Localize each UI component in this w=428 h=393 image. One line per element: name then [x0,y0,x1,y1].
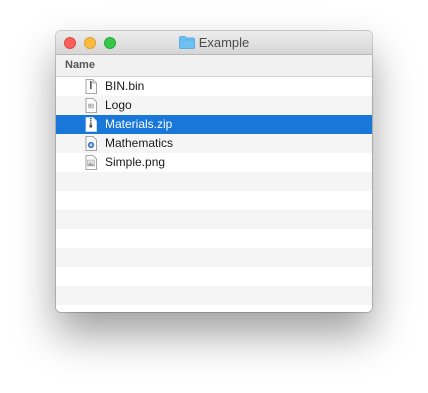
window-title: Example [56,35,372,53]
empty-row [56,229,372,248]
empty-row [56,248,372,267]
window-title-text: Example [198,35,250,50]
column-header-name[interactable]: Name [56,55,372,77]
file-list: BIN.bin Logo Materials.zip Mathematics S… [56,77,372,312]
empty-row [56,210,372,229]
list-item[interactable]: BIN.bin [56,77,372,96]
file-name: Logo [105,98,132,112]
title-bar[interactable]: Example [56,31,372,55]
list-item[interactable]: Materials.zip [56,115,372,134]
empty-row [56,172,372,191]
file-name: Materials.zip [105,117,173,131]
png-image-icon [84,155,98,170]
empty-row [56,305,372,312]
image-file-icon [84,98,98,113]
document-icon [84,79,98,94]
list-item[interactable]: Simple.png [56,153,372,172]
file-name: BIN.bin [105,79,145,93]
file-name: Mathematics [105,136,174,150]
app-document-icon [84,136,98,151]
finder-window: Example Name BIN.bin Logo Materials.zip … [56,31,372,312]
list-item[interactable]: Logo [56,96,372,115]
empty-row [56,286,372,305]
zip-archive-icon [84,117,98,132]
list-item[interactable]: Mathematics [56,134,372,153]
file-name: Simple.png [105,155,166,169]
folder-icon [178,36,195,53]
empty-row [56,191,372,210]
empty-row [56,267,372,286]
column-header-label: Name [65,59,95,71]
